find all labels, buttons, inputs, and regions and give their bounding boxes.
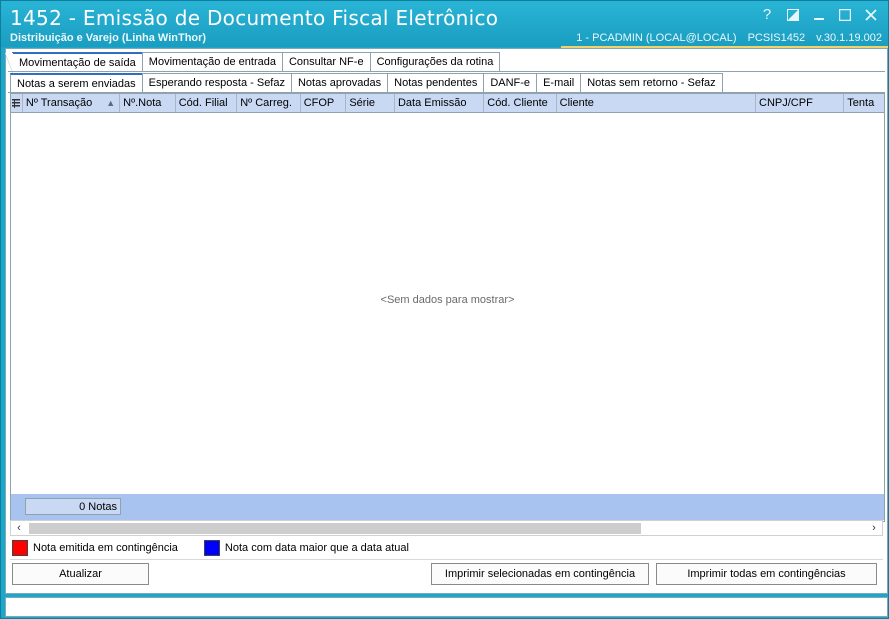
session-info: 1 - PCADMIN (LOCAL@LOCAL) PCSIS1452 v.30…	[568, 32, 882, 44]
legend-future-date: Nota com data maior que a data atual	[224, 542, 409, 554]
sort-ascending-icon: ▲	[106, 98, 116, 108]
tab-configuracoes[interactable]: Configurações da rotina	[369, 52, 501, 72]
scroll-thumb[interactable]	[29, 523, 641, 534]
window-controls: ?	[756, 4, 882, 26]
column-header-carreg[interactable]: Nº Carreg.	[237, 94, 301, 112]
minimize-icon[interactable]	[808, 4, 830, 26]
tab-divider	[8, 71, 885, 72]
help-button[interactable]: ?	[756, 4, 778, 26]
column-header-cnpj[interactable]: CNPJ/CPF	[756, 94, 845, 112]
sub-tabs: Notas a serem enviadas Esperando respost…	[10, 73, 723, 93]
content-area: Movimentação de saída Movimentação de en…	[5, 48, 888, 594]
app-window: 1452 - Emissão de Documento Fiscal Eletr…	[0, 0, 889, 619]
tab-notas-enviadas[interactable]: Notas a serem enviadas	[10, 73, 143, 93]
column-header-serie[interactable]: Série	[346, 94, 395, 112]
main-tabs: Movimentação de saída Movimentação de en…	[5, 52, 501, 73]
tab-movimentacao-saida[interactable]: Movimentação de saída	[5, 52, 143, 73]
close-icon[interactable]	[860, 4, 882, 26]
status-bar	[5, 597, 888, 617]
tab-notas-sem-retorno[interactable]: Notas sem retorno - Sefaz	[580, 73, 723, 93]
column-header-data-emissao[interactable]: Data Emissão	[395, 94, 485, 112]
empty-message: <Sem dados para mostrar>	[380, 294, 515, 306]
column-header-transacao[interactable]: Nº Transação ▲	[23, 94, 121, 112]
tab-email[interactable]: E-mail	[536, 73, 582, 93]
contingency-swatch	[12, 540, 28, 556]
restore-icon[interactable]	[782, 4, 804, 26]
column-header-cliente[interactable]: Cliente	[557, 94, 757, 112]
horizontal-scrollbar[interactable]: ‹ ›	[10, 520, 883, 536]
column-header-cfop[interactable]: CFOP	[301, 94, 347, 112]
tab-movimentacao-entrada[interactable]: Movimentação de entrada	[141, 52, 283, 72]
tab-notas-aprovadas[interactable]: Notas aprovadas	[290, 73, 389, 93]
print-selected-button[interactable]: Imprimir selecionadas em contingência	[431, 563, 649, 585]
column-header-filial[interactable]: Cód. Filial	[176, 94, 238, 112]
scroll-left-icon[interactable]: ‹	[11, 521, 27, 535]
button-divider	[10, 559, 883, 560]
window-title: 1452 - Emissão de Documento Fiscal Eletr…	[10, 6, 499, 30]
future-date-swatch	[203, 540, 220, 556]
tab-notas-pendentes[interactable]: Notas pendentes	[387, 73, 485, 93]
tab-consultar-nfe[interactable]: Consultar NF-e	[281, 52, 371, 72]
scroll-right-icon[interactable]: ›	[866, 521, 882, 535]
column-header-tentativas[interactable]: Tenta	[844, 94, 884, 112]
column-header-cod-cliente[interactable]: Cód. Cliente	[484, 94, 557, 112]
column-chooser-icon[interactable]	[11, 94, 23, 112]
title-bar: 1452 - Emissão de Documento Fiscal Eletr…	[1, 1, 888, 47]
refresh-button[interactable]: Atualizar	[12, 563, 149, 585]
print-all-button[interactable]: Imprimir todas em contingências	[656, 563, 877, 585]
tab-danfe[interactable]: DANF-e	[483, 73, 538, 93]
notes-grid[interactable]: Nº Transação ▲ Nº.Nota Cód. Filial Nº Ca…	[10, 93, 885, 522]
notes-count: 0 Notas	[25, 498, 121, 515]
color-legend: Nota emitida em contingência Nota com da…	[12, 540, 435, 556]
session-user: 1 - PCADMIN (LOCAL@LOCAL)	[576, 32, 737, 44]
window-subtitle: Distribuição e Varejo (Linha WinThor)	[10, 32, 207, 44]
maximize-icon[interactable]	[834, 4, 856, 26]
session-version: v.30.1.19.002	[816, 32, 882, 44]
grid-header: Nº Transação ▲ Nº.Nota Cód. Filial Nº Ca…	[11, 94, 884, 113]
session-module: PCSIS1452	[747, 32, 806, 44]
column-header-nota[interactable]: Nº.Nota	[120, 94, 176, 112]
legend-contingency: Nota emitida em contingência	[33, 542, 178, 554]
grid-footer: 0 Notas	[11, 494, 884, 520]
tab-esperando-resposta[interactable]: Esperando resposta - Sefaz	[141, 73, 292, 93]
